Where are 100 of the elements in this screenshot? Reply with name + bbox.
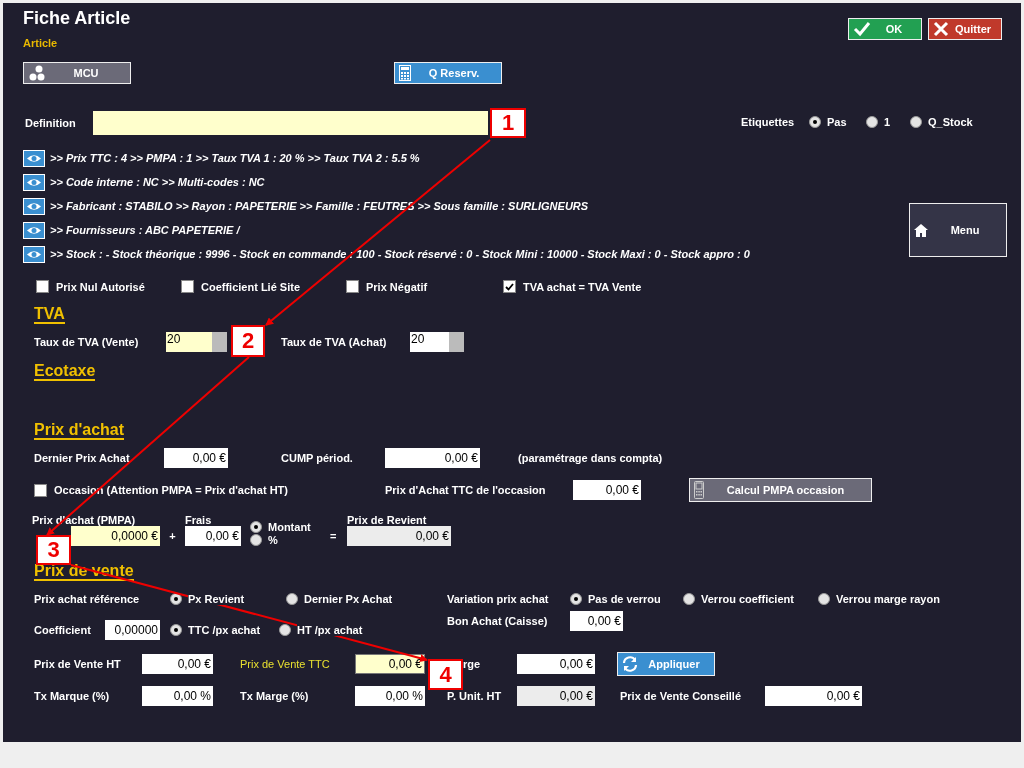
section-heading: TVA (34, 305, 65, 324)
window-title: Fiche Article (23, 8, 131, 29)
option-label: Px Revient (188, 593, 245, 605)
option-label: Pas (827, 116, 847, 128)
amount-field[interactable]: 0,00 % (355, 686, 425, 706)
callout-number: 3 (36, 535, 71, 565)
amount-field[interactable]: 0,00 % (142, 686, 213, 706)
amount-field[interactable]: 0,00 € (347, 526, 451, 546)
radio-button[interactable] (866, 116, 878, 128)
section-heading: Ecotaxe (34, 362, 96, 381)
home-icon (914, 223, 928, 237)
equals-sign: = (330, 529, 338, 544)
radio-button[interactable] (279, 624, 291, 636)
option-label: Q_Stock (928, 116, 973, 128)
radio-button[interactable] (250, 534, 262, 546)
phone-icon (694, 481, 704, 499)
definition-field[interactable] (93, 111, 488, 135)
option-label: 1 (884, 116, 891, 128)
callout-number: 1 (490, 108, 526, 138)
field-label: P. Unit. HT (447, 690, 503, 702)
radio-button[interactable] (286, 593, 298, 605)
dots-icon (28, 65, 46, 81)
option-label: Pas de verrou (588, 593, 661, 605)
amount-field[interactable]: 0,00 € (570, 611, 623, 631)
option-label: Prix Nul Autorisé (56, 280, 145, 293)
refresh-icon (622, 656, 638, 672)
field-label: Bon Achat (Caisse) (447, 615, 549, 627)
field-label: Prix d'Achat TTC de l'occasion (385, 484, 547, 496)
callout-number: 4 (428, 659, 463, 690)
option-label: HT /px achat (297, 624, 363, 636)
callout-number: 2 (231, 325, 265, 357)
plus-sign: + (168, 529, 177, 544)
radio-button[interactable] (809, 116, 821, 128)
field-label: Prix de Vente Conseillé (620, 690, 743, 702)
option-label: % (268, 534, 278, 546)
field-label: Frais (185, 514, 213, 526)
radio-button[interactable] (250, 521, 262, 533)
note-text: (paramétrage dans compta) (518, 452, 663, 464)
amount-field[interactable]: 0,00 € (164, 448, 228, 468)
field-label: Definition (25, 117, 77, 129)
amount-field[interactable]: 0,00 € (765, 686, 862, 706)
field-label: rge (463, 658, 482, 670)
option-label: Verrou marge rayon (836, 593, 940, 605)
checkbox[interactable] (34, 483, 47, 497)
eye-icon[interactable] (23, 221, 45, 239)
checkbox[interactable] (503, 280, 516, 293)
field-label: Etiquettes (741, 116, 796, 128)
info-line: >> Code interne : NC >> Multi-codes : NC (50, 176, 265, 188)
field-label: CUMP périod. (281, 452, 354, 464)
amount-field[interactable]: 0,00 € (573, 480, 641, 500)
window-subtitle: Article (23, 37, 59, 49)
eye-icon[interactable] (23, 173, 45, 191)
info-line: >> Stock : - Stock théorique : 9996 - Stock en commande : 100 - Stock réservé : 0 - Stock Mini : 10000 - Stock Maxi : 0 - Stock appro : 0 (50, 248, 750, 260)
option-label: TTC /px achat (188, 624, 261, 636)
field-label: Prix de Revient (347, 514, 428, 526)
field-label: Prix de Vente HT (34, 658, 122, 670)
option-label: Verrou coefficient (701, 593, 794, 605)
menu-button[interactable]: Menu (909, 203, 1007, 257)
field-label: Coefficient (34, 624, 92, 636)
amount-field[interactable]: 0,00 € (517, 686, 595, 706)
amount-field[interactable]: 0,00 € (385, 448, 480, 468)
field-label: Prix achat référence (34, 593, 141, 605)
amount-field[interactable]: 0,00 € (142, 654, 213, 674)
field-label: Tx Marque (%) (34, 690, 111, 702)
field-label: Dernier Prix Achat (34, 452, 131, 464)
checkbox[interactable] (346, 280, 359, 293)
amount-field[interactable]: 0,00000 (105, 620, 160, 640)
radio-button[interactable] (910, 116, 922, 128)
eye-icon[interactable] (23, 149, 45, 167)
dropdown-field[interactable]: 20 (166, 332, 227, 352)
radio-button[interactable] (683, 593, 695, 605)
option-label: Montant (268, 521, 311, 533)
dropdown-field[interactable]: 20 (410, 332, 464, 352)
amount-field[interactable]: 0,0000 € (71, 526, 160, 546)
field-label: Tx Marge (%) (240, 690, 310, 702)
eye-icon[interactable] (23, 245, 45, 263)
amount-field[interactable]: 0,00 € (517, 654, 595, 674)
radio-button[interactable] (570, 593, 582, 605)
field-label: Variation prix achat (447, 593, 550, 605)
checkbox[interactable] (36, 280, 49, 293)
radio-button[interactable] (818, 593, 830, 605)
radio-button[interactable] (170, 624, 182, 636)
info-line: >> Fournisseurs : ABC PAPETERIE / (50, 224, 240, 236)
quit-button[interactable]: Quitter (928, 18, 1002, 40)
info-line: >> Prix TTC : 4 >> PMPA : 1 >> Taux TVA 1 : 20 % >> Taux TVA 2 : 5.5 % (50, 152, 420, 164)
calc-button[interactable]: Calcul PMPA occasion (689, 478, 872, 502)
mcu-button[interactable]: MCU (23, 62, 131, 84)
option-label: Prix Négatif (366, 280, 428, 293)
eye-icon[interactable] (23, 197, 45, 215)
option-label: Dernier Px Achat (304, 593, 393, 605)
calculator-icon (399, 65, 411, 81)
option-label: Coefficient Lié Site (201, 280, 301, 293)
check-icon (853, 21, 871, 37)
field-label: Prix de Vente TTC (240, 658, 331, 670)
option-label: TVA achat = TVA Vente (523, 280, 642, 293)
field-label: Taux de TVA (Vente) (34, 336, 140, 348)
section-heading: Prix d'achat (34, 421, 125, 440)
close-icon (933, 21, 949, 37)
amount-field[interactable]: 0,00 € (185, 526, 241, 546)
checkbox[interactable] (181, 280, 194, 293)
